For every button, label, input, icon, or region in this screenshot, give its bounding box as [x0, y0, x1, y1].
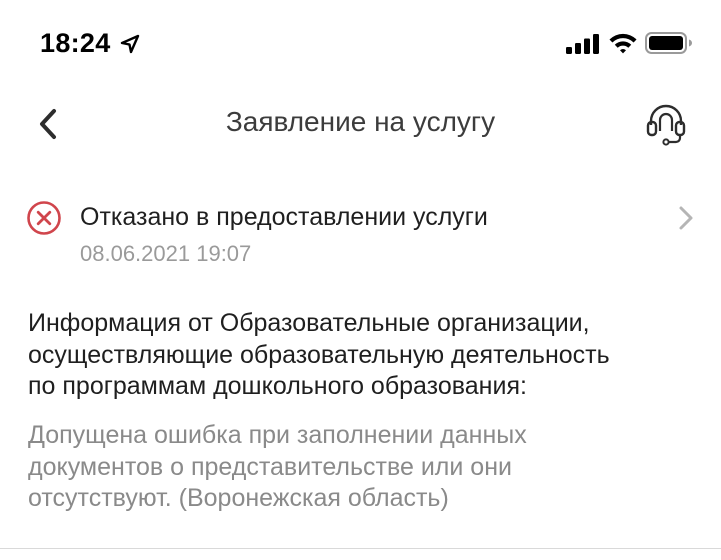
- battery-icon: [645, 32, 692, 54]
- chevron-right-icon: [679, 206, 693, 230]
- page-title: Заявление на услугу: [225, 106, 496, 137]
- status-time: 18:24: [40, 28, 111, 58]
- info-text-line: документов о представительстве или они: [28, 452, 512, 481]
- info-heading-line: осуществляющие образовательную деятельно…: [28, 340, 610, 369]
- support-button[interactable]: [640, 100, 692, 148]
- screen: 18:24 Заявление на услугу Отказано в пре…: [0, 0, 721, 560]
- location-arrow-icon: [120, 34, 140, 54]
- info-heading-line: Информация от Образовательные организаци…: [28, 309, 590, 337]
- status-date: 08.06.2021 19:07: [80, 241, 252, 266]
- info-heading: Информация от Образовательные организаци…: [28, 308, 708, 403]
- refused-cross-circle-icon: [27, 201, 61, 235]
- nav-bar: Заявление на услугу: [0, 92, 721, 154]
- info-text-line: отсутствуют. (Воронежская область): [28, 484, 449, 512]
- wifi-icon: [609, 33, 637, 54]
- status-bar: 18:24: [0, 0, 721, 80]
- cellular-signal-icon: [566, 34, 599, 54]
- application-status-row[interactable]: Отказано в предоставлении услуги 08.06.2…: [0, 196, 721, 276]
- info-heading-line: по программам дошкольного образования:: [28, 372, 527, 400]
- divider: [0, 548, 721, 549]
- info-text-line: Допущена ошибка при заполнении данных: [28, 421, 527, 449]
- headset-support-icon: [646, 104, 686, 146]
- info-text: Допущена ошибка при заполнении данных до…: [28, 420, 708, 515]
- status-title: Отказано в предоставлении услуги: [80, 203, 488, 231]
